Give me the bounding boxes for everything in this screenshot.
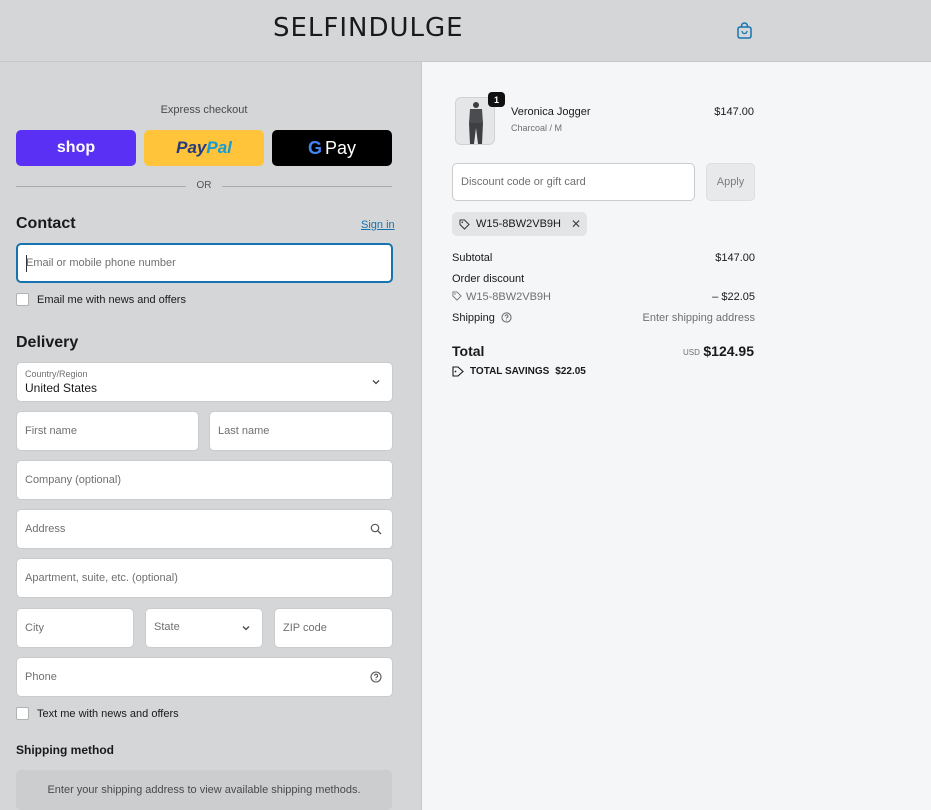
total-value: $124.95	[703, 343, 754, 359]
checkout-form: Express checkout shop Pay Pal G Pay OR Co…	[0, 62, 421, 810]
or-divider: OR	[16, 180, 392, 192]
google-pay-label: Pay	[324, 137, 357, 158]
chevron-down-icon	[372, 380, 380, 385]
applied-code-chip: W15-8BW2VB9H ✕	[452, 212, 588, 236]
country-value: United States	[25, 381, 98, 395]
first-name-placeholder: First name	[25, 425, 77, 437]
subtotal-label: Subtotal	[452, 252, 493, 264]
email-news-option[interactable]: Email me with news and offers	[16, 293, 186, 306]
delivery-title: Delivery	[16, 334, 79, 351]
savings-value: $22.05	[555, 366, 586, 377]
order-discount-code: W15-8BW2VB9H	[466, 291, 551, 303]
phone-placeholder: Phone	[25, 671, 57, 683]
subtotal-value: $147.00	[715, 252, 755, 264]
product-price: $147.00	[714, 106, 754, 118]
order-discount-label: Order discount	[452, 273, 525, 285]
shipping-row: Shipping Enter shipping address	[452, 312, 755, 324]
or-label: OR	[196, 180, 212, 191]
sign-in-link[interactable]: Sign in	[361, 219, 395, 231]
state-select[interactable]: State	[145, 608, 263, 648]
text-news-label: Text me with news and offers	[37, 707, 179, 720]
divider-line	[16, 186, 186, 187]
total-savings: TOTAL SAVINGS $22.05	[452, 366, 586, 377]
last-name-placeholder: Last name	[218, 425, 270, 437]
search-icon[interactable]	[370, 523, 382, 535]
shopping-bag-icon[interactable]	[736, 22, 753, 40]
address-placeholder: Address	[25, 523, 66, 535]
apply-label: Apply	[716, 176, 745, 188]
help-icon[interactable]	[501, 312, 512, 323]
paypal-pal-text: Pal	[206, 138, 232, 157]
contact-title: Contact	[16, 215, 76, 232]
currency-code: USD	[683, 348, 700, 357]
order-discount-value: – $22.05	[712, 291, 755, 303]
remove-code-icon[interactable]: ✕	[571, 217, 581, 231]
phone-field[interactable]: Phone	[16, 657, 393, 697]
first-name-field[interactable]: First name	[16, 411, 199, 451]
apartment-field[interactable]: Apartment, suite, etc. (optional)	[16, 558, 393, 598]
header: SELFINDULGE	[0, 0, 931, 62]
email-news-checkbox[interactable]	[16, 293, 29, 306]
paypal-pay-text: Pay	[176, 138, 207, 157]
shipping-method-message: Enter your shipping address to view avai…	[47, 784, 361, 796]
zip-field[interactable]: ZIP code	[274, 608, 393, 648]
shipping-value: Enter shipping address	[642, 312, 755, 324]
zip-placeholder: ZIP code	[283, 622, 327, 634]
google-pay-button[interactable]: G Pay	[272, 130, 392, 166]
product-name: Veronica Jogger	[511, 106, 591, 118]
shop-pay-label: shop	[56, 139, 96, 156]
apartment-placeholder: Apartment, suite, etc. (optional)	[25, 572, 178, 584]
company-placeholder: Company (optional)	[25, 474, 121, 486]
shipping-method-notice: Enter your shipping address to view avai…	[16, 770, 392, 810]
company-field[interactable]: Company (optional)	[16, 460, 393, 500]
email-placeholder: Email or mobile phone number	[26, 257, 176, 269]
product-variant: Charcoal / M	[511, 123, 563, 133]
tag-icon	[459, 219, 470, 230]
order-discount-detail-row: W15-8BW2VB9H – $22.05	[452, 291, 755, 303]
chevron-down-icon	[242, 626, 250, 631]
quantity-badge: 1	[488, 92, 505, 107]
order-discount-row: Order discount	[452, 273, 755, 285]
paypal-button[interactable]: Pay Pal	[144, 130, 264, 166]
email-field[interactable]: Email or mobile phone number	[16, 243, 393, 283]
city-field[interactable]: City	[16, 608, 134, 648]
store-logo[interactable]: SELFINDULGE	[273, 13, 464, 43]
shipping-method-title: Shipping method	[16, 743, 114, 757]
last-name-field[interactable]: Last name	[209, 411, 393, 451]
discount-code-field[interactable]: Discount code or gift card	[452, 163, 695, 201]
text-news-option[interactable]: Text me with news and offers	[16, 707, 179, 720]
country-label: Country/Region	[25, 369, 88, 379]
savings-label: TOTAL SAVINGS	[470, 366, 550, 377]
shop-pay-button[interactable]: shop	[16, 130, 136, 166]
city-placeholder: City	[25, 622, 44, 634]
text-news-checkbox[interactable]	[16, 707, 29, 720]
discount-placeholder: Discount code or gift card	[461, 176, 586, 188]
shipping-label: Shipping	[452, 312, 495, 324]
email-news-label: Email me with news and offers	[37, 293, 186, 306]
address-field[interactable]: Address	[16, 509, 393, 549]
subtotal-row: Subtotal $147.00	[452, 252, 755, 264]
apply-discount-button[interactable]: Apply	[706, 163, 755, 201]
country-select[interactable]: Country/Region United States	[16, 362, 393, 402]
help-icon[interactable]	[370, 671, 382, 683]
tag-icon	[452, 291, 462, 301]
google-g-icon: G	[307, 137, 322, 158]
state-placeholder: State	[154, 621, 180, 633]
applied-code-label: W15-8BW2VB9H	[476, 218, 561, 230]
express-checkout-label: Express checkout	[160, 104, 248, 116]
divider-line	[222, 186, 392, 187]
total-label: Total	[452, 343, 485, 359]
order-summary: 1 Veronica Jogger Charcoal / M $147.00 D…	[421, 62, 931, 810]
tag-icon	[452, 366, 464, 377]
